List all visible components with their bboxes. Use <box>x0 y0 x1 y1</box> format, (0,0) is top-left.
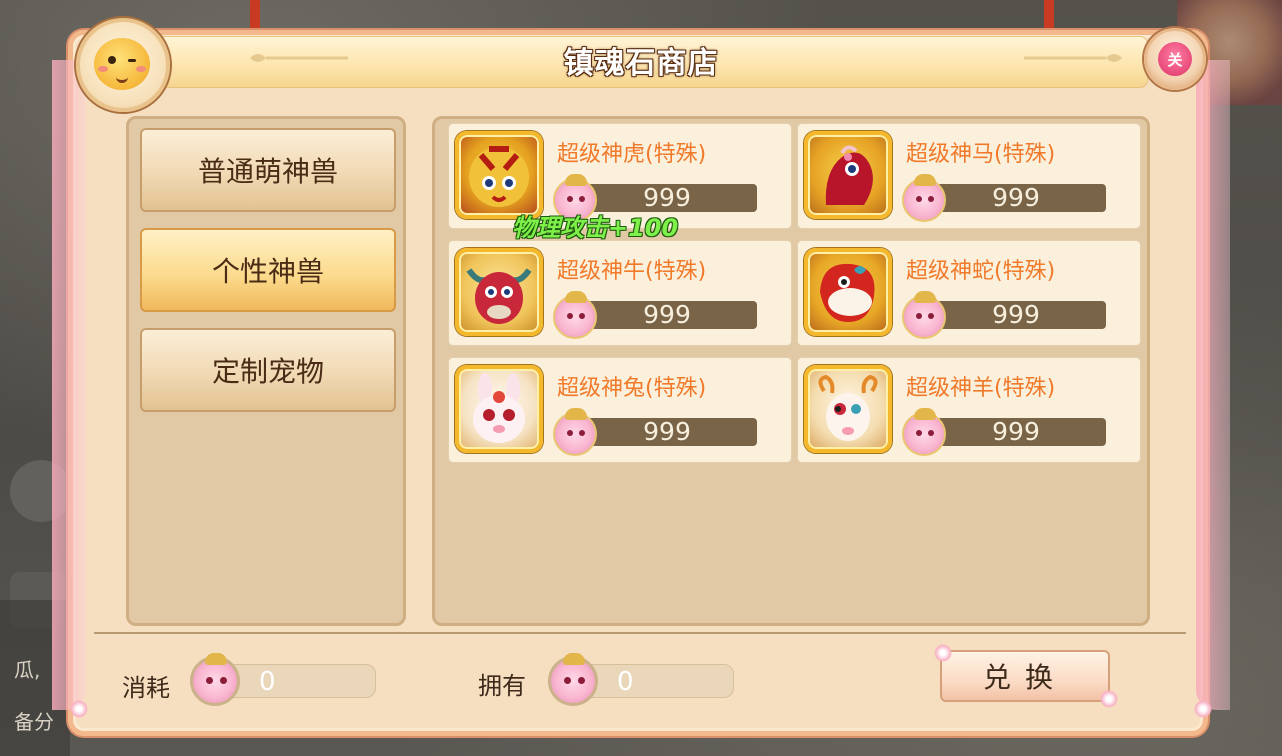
exchange-button[interactable]: 兑换 <box>940 650 1110 702</box>
soul-stone-coin-icon <box>902 408 946 456</box>
soul-stone-coin-icon <box>190 653 240 706</box>
item-name: 超级神羊(特殊) <box>906 376 1056 401</box>
rabbit-icon <box>455 365 543 453</box>
item-price: 999 <box>926 184 1106 212</box>
item-grid-panel: 超级神虎(特殊) 999 超级神马(特殊) 999 超级神牛(特殊) 999 超… <box>432 116 1150 626</box>
shop-item[interactable]: 超级神羊(特殊) 999 <box>797 357 1141 463</box>
divider <box>94 632 1186 634</box>
rope-decoration <box>1044 0 1054 30</box>
category-panel: 普通萌神兽 个性神兽 定制宠物 <box>126 116 406 626</box>
floating-stat-tip: 物理攻击+100 <box>512 214 679 242</box>
close-label: 关 <box>1158 42 1192 76</box>
flower-decoration-icon <box>1100 690 1118 708</box>
emoji-face-icon <box>94 38 150 90</box>
item-name: 超级神蛇(特殊) <box>906 259 1056 284</box>
own-label: 拥有 <box>478 672 526 700</box>
item-price: 999 <box>577 301 757 329</box>
item-price: 999 <box>926 301 1106 329</box>
tiger-icon <box>455 131 543 219</box>
item-name: 超级神马(特殊) <box>906 142 1056 167</box>
item-name: 超级神虎(特殊) <box>557 142 707 167</box>
category-tab-custom[interactable]: 定制宠物 <box>140 328 396 412</box>
avatar <box>76 18 170 112</box>
shop-item[interactable]: 超级神兔(特殊) 999 <box>448 357 792 463</box>
consume-label: 消耗 <box>122 674 170 702</box>
flower-decoration-icon <box>70 700 88 718</box>
soul-stone-coin-icon <box>902 174 946 222</box>
shop-item[interactable]: 超级神牛(特殊) 999 <box>448 240 792 346</box>
ox-icon <box>455 248 543 336</box>
flower-decoration-icon <box>934 644 952 662</box>
category-tab-personality[interactable]: 个性神兽 <box>140 228 396 312</box>
page-title: 镇魂石商店 <box>563 46 719 81</box>
background-chat-text: 瓜, <box>14 658 41 682</box>
curtain-decoration <box>1196 60 1230 710</box>
soul-stone-coin-icon <box>902 291 946 339</box>
close-button[interactable]: 关 <box>1144 28 1206 90</box>
item-price: 999 <box>577 418 757 446</box>
item-price: 999 <box>926 418 1106 446</box>
category-tab-normal[interactable]: 普通萌神兽 <box>140 128 396 212</box>
shop-item[interactable]: 超级神蛇(特殊) 999 <box>797 240 1141 346</box>
soul-stone-coin-icon <box>548 653 598 706</box>
soul-stone-coin-icon <box>553 408 597 456</box>
sheep-icon <box>804 365 892 453</box>
soul-stone-coin-icon <box>553 291 597 339</box>
curtain-decoration <box>52 60 86 710</box>
item-name: 超级神兔(特殊) <box>557 376 707 401</box>
flower-decoration-icon <box>1194 700 1212 718</box>
background-chat-text: 备分 <box>14 710 54 734</box>
snake-icon <box>804 248 892 336</box>
horse-icon <box>804 131 892 219</box>
item-name: 超级神牛(特殊) <box>557 259 707 284</box>
shop-item[interactable]: 超级神马(特殊) 999 <box>797 123 1141 229</box>
rope-decoration <box>250 0 260 30</box>
